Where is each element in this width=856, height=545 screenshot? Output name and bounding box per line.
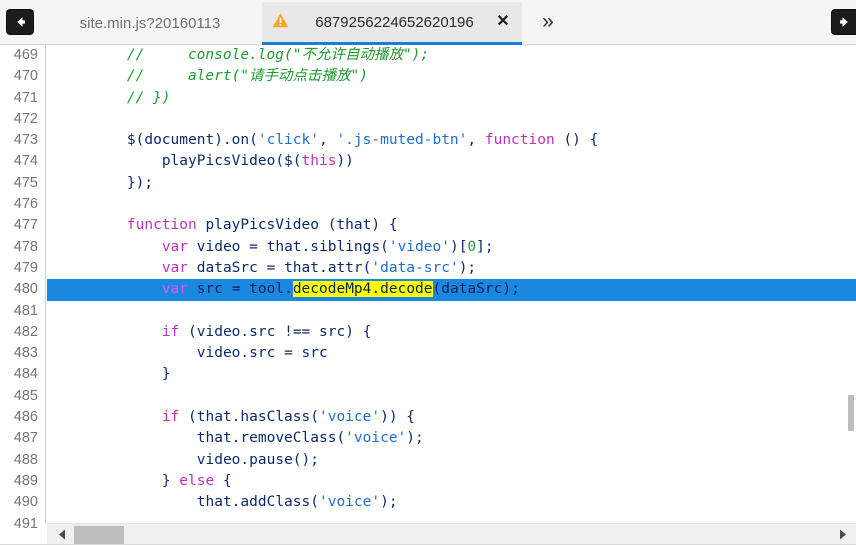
code-line[interactable]: playPicsVideo($(this)) bbox=[47, 151, 856, 172]
line-number: 485 bbox=[13, 387, 38, 404]
warning-triangle-icon bbox=[272, 12, 289, 33]
code-line[interactable]: var video = that.siblings('video')[0]; bbox=[47, 237, 856, 258]
line-number: 486 bbox=[13, 409, 38, 426]
code-line[interactable]: var dataSrc = that.attr('data-src'); bbox=[47, 258, 856, 279]
line-number: 474 bbox=[13, 153, 38, 170]
code-line[interactable] bbox=[47, 194, 856, 215]
tab-active-label: 6879256224652620196 bbox=[315, 13, 474, 31]
browser-tab-bar: site.min.js?20160113 6879256224652620196… bbox=[0, 0, 856, 45]
code-line[interactable] bbox=[47, 386, 856, 407]
code-line[interactable]: // }) bbox=[47, 88, 856, 109]
scroll-right-arrow-icon[interactable] bbox=[832, 524, 852, 545]
forward-button[interactable] bbox=[832, 10, 856, 34]
line-number: 477 bbox=[13, 217, 38, 234]
line-number: 479 bbox=[13, 259, 38, 276]
line-number-gutter: 469 470 471 472 473 474 475 476 477 478 479 480 481 4… bbox=[0, 45, 46, 532]
forward-arrow-icon bbox=[832, 15, 856, 29]
code-editor[interactable]: 469 470 471 472 473 474 475 476 477 478 479 480 481 4… bbox=[0, 45, 856, 545]
line-number: 483 bbox=[13, 345, 38, 362]
code-line[interactable]: // alert("请手动点击播放") bbox=[47, 66, 856, 87]
vertical-scrollbar-thumb[interactable] bbox=[848, 395, 854, 431]
code-line[interactable]: function playPicsVideo (that) { bbox=[47, 215, 856, 236]
code-content[interactable]: // console.log("不允许自动播放"); // alert("请手动… bbox=[47, 45, 856, 523]
code-line[interactable]: that.removeClass('voice'); bbox=[47, 428, 856, 449]
horizontal-scrollbar[interactable] bbox=[47, 523, 856, 545]
tab-overflow-chevron-icon[interactable]: » bbox=[534, 8, 562, 36]
back-arrow-icon bbox=[7, 15, 33, 29]
line-number: 475 bbox=[13, 174, 38, 191]
tab-close-icon[interactable]: ✕ bbox=[494, 13, 512, 31]
line-number: 472 bbox=[13, 110, 38, 127]
code-line[interactable]: }); bbox=[47, 173, 856, 194]
line-number: 473 bbox=[13, 132, 38, 149]
code-line[interactable]: video.src = src bbox=[47, 343, 856, 364]
horizontal-scrollbar-thumb[interactable] bbox=[74, 526, 124, 544]
line-number: 491 bbox=[13, 515, 38, 532]
line-number: 484 bbox=[13, 366, 38, 383]
code-line-selected[interactable]: var src = tool.decodeMp4.decode(dataSrc)… bbox=[47, 279, 856, 301]
code-line[interactable]: if (that.hasClass('voice')) { bbox=[47, 407, 856, 428]
tab-site-min-js[interactable]: site.min.js?20160113 bbox=[46, 2, 254, 45]
code-line[interactable]: if (video.src !== src) { bbox=[47, 322, 856, 343]
code-line[interactable] bbox=[47, 109, 856, 130]
line-number: 482 bbox=[13, 323, 38, 340]
line-number: 480 bbox=[13, 281, 38, 298]
line-number: 470 bbox=[13, 68, 38, 85]
line-number: 489 bbox=[13, 472, 38, 489]
code-line[interactable] bbox=[47, 301, 856, 322]
line-number: 471 bbox=[13, 89, 38, 106]
code-line[interactable]: video.pause(); bbox=[47, 450, 856, 471]
scroll-left-arrow-icon[interactable] bbox=[52, 524, 72, 545]
code-line[interactable]: $(document).on('click', '.js-muted-btn',… bbox=[47, 130, 856, 151]
tab-inactive-label: site.min.js?20160113 bbox=[79, 15, 221, 32]
line-number: 476 bbox=[13, 196, 38, 213]
line-number: 487 bbox=[13, 430, 38, 447]
code-line[interactable]: } else { bbox=[47, 471, 856, 492]
line-number: 481 bbox=[13, 302, 38, 319]
line-number: 490 bbox=[13, 494, 38, 511]
line-number: 478 bbox=[13, 238, 38, 255]
code-line[interactable]: } bbox=[47, 364, 856, 385]
tab-active-6879256224652620196[interactable]: 6879256224652620196 ✕ bbox=[262, 2, 522, 45]
back-button[interactable] bbox=[7, 10, 33, 34]
code-line[interactable]: // console.log("不允许自动播放"); bbox=[47, 45, 856, 66]
code-line[interactable]: that.addClass('voice'); bbox=[47, 492, 856, 513]
line-number: 488 bbox=[13, 451, 38, 468]
line-number: 469 bbox=[13, 47, 38, 63]
